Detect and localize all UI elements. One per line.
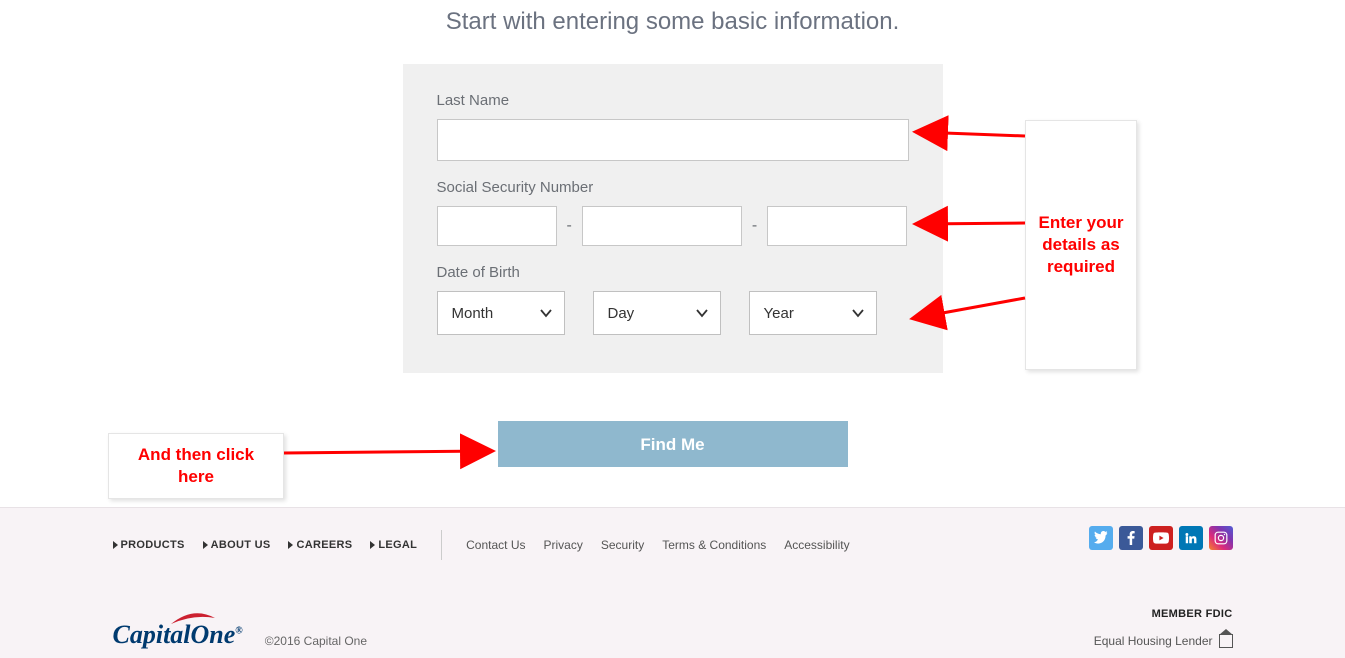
facebook-icon[interactable] [1119, 526, 1143, 550]
capital-one-logo: CapitalOne® [113, 622, 243, 648]
last-name-input[interactable] [437, 119, 909, 161]
twitter-icon[interactable] [1089, 526, 1113, 550]
form-card: Last Name Social Security Number - - Dat… [403, 64, 943, 373]
ssn-row: - - [437, 206, 909, 246]
dob-month-select[interactable]: Month [437, 291, 565, 335]
footer-link-legal-label: LEGAL [378, 539, 417, 551]
ssn-part-2-input[interactable] [582, 206, 742, 246]
chevron-down-icon [538, 305, 554, 321]
copyright-text: ©2016 Capital One [265, 634, 367, 648]
instagram-icon[interactable] [1209, 526, 1233, 550]
footer-link-products[interactable]: PRODUCTS [113, 539, 185, 551]
ssn-part-3-input[interactable] [767, 206, 907, 246]
callout-click-here: And then click here [108, 433, 284, 499]
social-row [1089, 526, 1233, 550]
footer-link-careers-label: CAREERS [296, 539, 352, 551]
dob-row: Month Day Year [437, 291, 909, 335]
logo-swoosh-icon [171, 612, 215, 626]
member-fdic-text: MEMBER FDIC [1094, 608, 1233, 620]
footer-link-careers[interactable]: CAREERS [288, 539, 352, 551]
ssn-dash-2: - [752, 217, 757, 235]
equal-housing-icon [1219, 634, 1233, 648]
footer-link-contact[interactable]: Contact Us [466, 538, 525, 552]
dob-label: Date of Birth [437, 264, 909, 281]
footer-link-legal[interactable]: LEGAL [370, 539, 417, 551]
find-me-button[interactable]: Find Me [498, 421, 848, 467]
footer: PRODUCTS ABOUT US CAREERS LEGAL Contact … [0, 507, 1345, 658]
ssn-label: Social Security Number [437, 179, 909, 196]
footer-link-about-label: ABOUT US [211, 539, 271, 551]
caret-right-icon [288, 541, 293, 549]
chevron-down-icon [850, 305, 866, 321]
footer-link-products-label: PRODUCTS [121, 539, 185, 551]
footer-separator [441, 530, 442, 560]
caret-right-icon [370, 541, 375, 549]
footer-link-terms[interactable]: Terms & Conditions [662, 538, 766, 552]
youtube-icon[interactable] [1149, 526, 1173, 550]
footer-link-about[interactable]: ABOUT US [203, 539, 271, 551]
dob-day-select[interactable]: Day [593, 291, 721, 335]
linkedin-icon[interactable] [1179, 526, 1203, 550]
ssn-dash-1: - [567, 217, 572, 235]
callout-enter-details: Enter your details as required [1025, 120, 1137, 370]
footer-link-security[interactable]: Security [601, 538, 644, 552]
page-subtitle: Start with entering some basic informati… [0, 8, 1345, 36]
ssn-part-1-input[interactable] [437, 206, 557, 246]
equal-housing-lender: Equal Housing Lender [1094, 634, 1233, 648]
footer-link-privacy[interactable]: Privacy [544, 538, 583, 552]
chevron-down-icon [694, 305, 710, 321]
dob-month-value: Month [452, 305, 494, 322]
footer-link-accessibility[interactable]: Accessibility [784, 538, 849, 552]
ehl-label: Equal Housing Lender [1094, 634, 1213, 648]
caret-right-icon [113, 541, 118, 549]
dob-year-select[interactable]: Year [749, 291, 877, 335]
dob-day-value: Day [608, 305, 635, 322]
last-name-label: Last Name [437, 92, 909, 109]
caret-right-icon [203, 541, 208, 549]
dob-year-value: Year [764, 305, 794, 322]
